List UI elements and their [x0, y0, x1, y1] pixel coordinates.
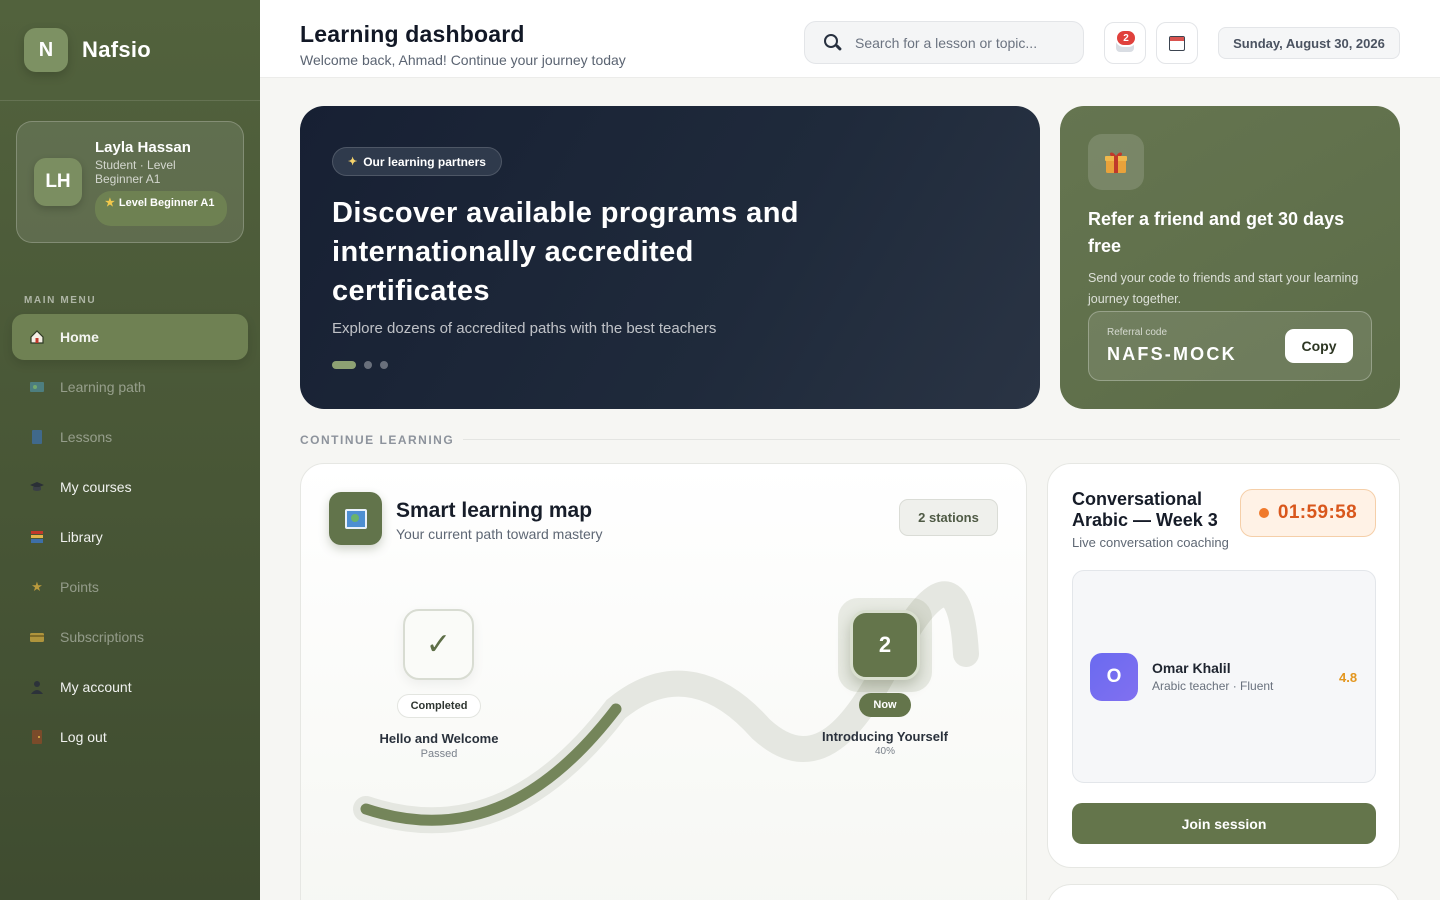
hero-pill: ✦ Our learning partners [332, 147, 502, 176]
sidebar-item-learning-path[interactable]: Learning path [12, 364, 248, 410]
map-icon [29, 379, 45, 395]
page-subtitle: Welcome back, Ahmad! Continue your journ… [300, 52, 626, 68]
sidebar-item-label: My account [60, 679, 132, 695]
station-title: Introducing Yourself [822, 729, 948, 744]
referral-code-label: Referral code [1107, 327, 1168, 338]
sidebar-item-label: Library [60, 529, 103, 545]
station-title: Hello and Welcome [379, 731, 499, 746]
teacher-panel: O Omar Khalil Arabic teacher · Fluent 4.… [1072, 570, 1376, 783]
hero-pill-label: Our learning partners [363, 154, 486, 169]
current-date: Sunday, August 30, 2026 [1218, 27, 1400, 59]
calendar-button[interactable] [1156, 22, 1198, 64]
stations-badge: 2 stations [899, 499, 998, 536]
sidebar-item-label: Points [60, 579, 99, 595]
sidebar-item-label: Subscriptions [60, 629, 145, 645]
referral-code: NAFS-MOCK [1107, 344, 1237, 364]
teacher-rating: 4.8 [1339, 670, 1358, 685]
map-subtitle: Your current path toward mastery [396, 526, 603, 542]
hero-banner[interactable]: ✦ Our learning partners Discover availabl… [300, 106, 1040, 409]
brand-logo: N [24, 28, 68, 72]
sidebar-item-log-out[interactable]: Log out [12, 714, 248, 760]
star-icon: ★ [105, 197, 115, 209]
station-detail: 40% [874, 746, 895, 757]
sidebar-item-lessons[interactable]: Lessons [12, 414, 248, 460]
section-divider [463, 439, 1400, 440]
sparkle-icon: ✦ [348, 156, 358, 168]
status-badge: Now [859, 693, 911, 717]
sidebar-item-library[interactable]: Library [12, 514, 248, 560]
copy-button[interactable]: Copy [1285, 329, 1353, 363]
next-card [1047, 884, 1400, 900]
level-badge: ★ Level Beginner A1 [95, 191, 227, 226]
books-icon [29, 529, 45, 545]
carousel-dots [332, 361, 396, 369]
notification-badge: 2 [1115, 29, 1137, 47]
search-bar[interactable] [804, 21, 1084, 64]
home-icon [29, 329, 45, 345]
station-completed[interactable]: ✓ [403, 609, 474, 680]
map-title: Smart learning map [396, 499, 593, 522]
carousel-dot[interactable] [364, 361, 372, 369]
book-icon [29, 429, 45, 445]
map-icon [329, 492, 382, 545]
graduation-cap-icon [29, 479, 45, 495]
learning-map-card: Smart learning map Your current path tow… [300, 463, 1027, 900]
sidebar-item-subscriptions[interactable]: Subscriptions [12, 614, 248, 660]
join-session-button[interactable]: Join session [1072, 803, 1376, 844]
search-icon [823, 33, 843, 53]
live-dot-icon [1258, 508, 1269, 518]
brand-name: Nafsio [82, 37, 152, 62]
main-menu: Home Learning path Lessons My courses Li… [12, 314, 248, 764]
search-input[interactable] [855, 34, 1065, 51]
referral-code-box: Referral code NAFS-MOCK Copy [1088, 311, 1372, 381]
star-icon: ★ [31, 579, 43, 594]
session-subtitle: Live conversation coaching [1072, 535, 1229, 550]
referral-title: Refer a friend and get 30 days free [1088, 209, 1345, 256]
top-header: Learning dashboard Welcome back, Ahmad! … [260, 0, 1440, 78]
sidebar-item-label: My courses [60, 479, 132, 495]
teacher-avatar: O [1090, 653, 1138, 701]
teacher-role: Arabic teacher · Fluent [1152, 679, 1274, 693]
sidebar-item-label: Learning path [60, 379, 146, 395]
brand[interactable]: N Nafsio [24, 28, 151, 72]
sidebar-divider [0, 100, 260, 101]
sidebar-item-my-courses[interactable]: My courses [12, 464, 248, 510]
menu-caption: MAIN MENU [24, 295, 97, 306]
door-icon [29, 729, 45, 745]
avatar: LH [34, 158, 82, 206]
station-current[interactable]: 2 [850, 610, 920, 680]
sidebar-item-label: Lessons [60, 429, 113, 445]
countdown-timer: 01:59:58 [1240, 489, 1376, 537]
section-caption: CONTINUE LEARNING [300, 433, 455, 447]
teacher-name: Omar Khalil [1152, 660, 1231, 676]
sidebar-item-points[interactable]: ★ Points [12, 564, 248, 610]
card-icon [29, 629, 45, 645]
session-title: Conversational Arabic — Week 3 [1072, 489, 1218, 530]
gift-icon [1088, 134, 1144, 190]
sidebar-item-my-account[interactable]: My account [12, 664, 248, 710]
countdown-value: 01:59:58 [1277, 502, 1358, 523]
profile-card[interactable]: LH Layla Hassan Student · Level Beginner… [16, 121, 244, 243]
live-session-card: Conversational Arabic — Week 3 Live conv… [1047, 463, 1400, 868]
status-badge: Completed [397, 694, 481, 718]
carousel-dot-active[interactable] [332, 361, 356, 369]
profile-name: Layla Hassan [95, 139, 191, 156]
notifications-button[interactable]: 2 [1104, 22, 1146, 64]
profile-role: Student · Level Beginner A1 [95, 158, 176, 186]
carousel-dot[interactable] [380, 361, 388, 369]
referral-text: Send your code to friends and start your… [1088, 271, 1359, 306]
sidebar-item-label: Home [60, 329, 99, 345]
level-badge-label: Level Beginner A1 [118, 197, 215, 209]
hero-subtitle: Explore dozens of accredited paths with … [332, 320, 717, 337]
sidebar-item-label: Log out [60, 729, 107, 745]
station-detail: Passed [420, 748, 458, 760]
referral-card: Refer a friend and get 30 days free Send… [1060, 106, 1400, 409]
sidebar: N Nafsio LH Layla Hassan Student · Level… [0, 0, 260, 900]
page-title: Learning dashboard [300, 21, 525, 47]
user-icon [29, 679, 45, 695]
hero-title: Discover available programs and internat… [332, 197, 799, 307]
calendar-icon [1169, 35, 1185, 51]
sidebar-item-home[interactable]: Home [12, 314, 248, 360]
